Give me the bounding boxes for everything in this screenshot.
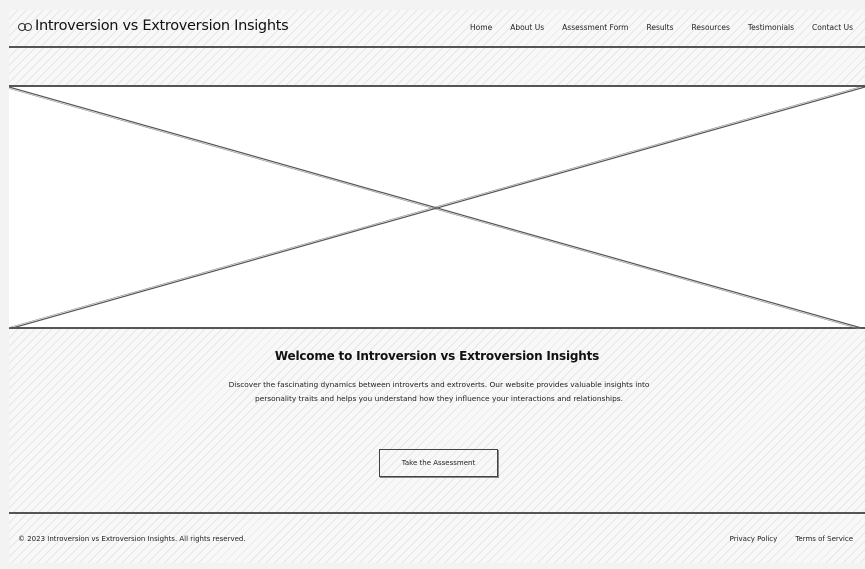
- site-title: Introversion vs Extroversion Insights: [35, 18, 289, 34]
- nav-link-home[interactable]: Home: [470, 23, 492, 32]
- footer-links: Privacy Policy Terms of Service: [730, 535, 853, 543]
- nav-link-testimonials[interactable]: Testimonials: [748, 23, 794, 32]
- nav-link-about-us[interactable]: About Us: [510, 23, 544, 32]
- nav-links: Home About Us Assessment Form Results Re…: [470, 23, 853, 32]
- nav-link-assessment-form[interactable]: Assessment Form: [562, 23, 628, 32]
- two-circles-icon: [18, 20, 32, 33]
- welcome-section: Welcome to Introversion vs Extroversion …: [9, 329, 865, 514]
- take-assessment-button[interactable]: Take the Assessment: [379, 449, 498, 477]
- intro-paragraph: Discover the fascinating dynamics betwee…: [228, 380, 650, 403]
- nav-link-contact-us[interactable]: Contact Us: [812, 23, 853, 32]
- top-navigation: Introversion vs Extroversion Insights Ho…: [9, 10, 865, 48]
- footer-link-terms-of-service[interactable]: Terms of Service: [795, 535, 853, 543]
- hero-image-placeholder: [9, 87, 865, 329]
- page-headline: Welcome to Introversion vs Extroversion …: [274, 349, 600, 363]
- nav-link-resources[interactable]: Resources: [692, 23, 730, 32]
- copyright-text: © 2023 Introversion vs Extroversion Insi…: [18, 535, 246, 543]
- image-placeholder-icon: [9, 87, 865, 329]
- footer-link-privacy-policy[interactable]: Privacy Policy: [730, 535, 778, 543]
- brand[interactable]: Introversion vs Extroversion Insights: [18, 18, 289, 34]
- sub-banner: [9, 48, 865, 87]
- footer: © 2023 Introversion vs Extroversion Insi…: [9, 514, 865, 563]
- nav-link-results[interactable]: Results: [646, 23, 673, 32]
